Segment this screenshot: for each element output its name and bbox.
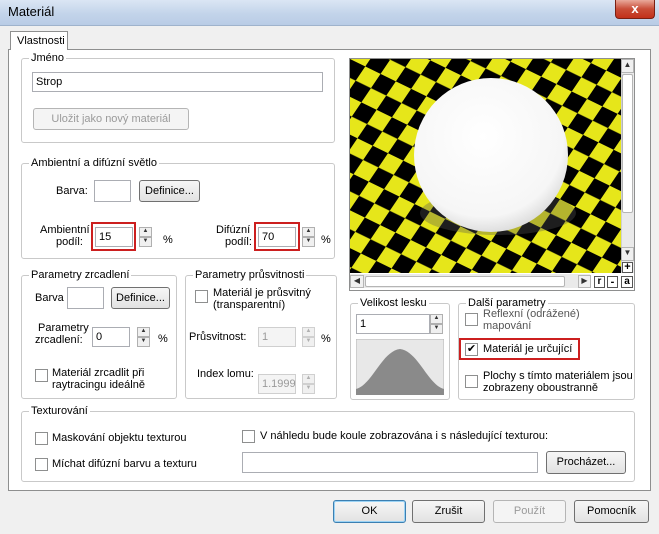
texture-path-input[interactable]	[242, 452, 538, 473]
mirror-params-label-2: zrcadlení:	[35, 334, 83, 346]
gloss-up-button[interactable]: ▲	[430, 314, 443, 324]
material-preview[interactable]	[350, 59, 621, 273]
gloss-curve-graph	[356, 339, 444, 395]
title-bar: Materiál	[0, 0, 659, 26]
preview-scroll-up-button[interactable]: ▲	[621, 59, 634, 73]
transparency-legend: Parametry průsvitnosti	[193, 269, 307, 281]
refraction-index-label: Index lomu:	[197, 368, 254, 380]
mirror-color-label: Barva	[35, 292, 64, 304]
raytrace-label-2: raytracingu ideálně	[52, 379, 145, 391]
close-button[interactable]: x	[615, 0, 655, 19]
preview-scroll-thumb[interactable]	[622, 74, 633, 213]
preview-texture-label: V náhledu bude koule zobrazována i s nás…	[260, 430, 549, 442]
defining-material-label: Materiál je určující	[483, 343, 573, 355]
tab-vlastnosti[interactable]: Vlastnosti	[10, 31, 68, 50]
preview-scroll-right-button[interactable]: ▶	[578, 275, 591, 288]
ambient-share-unit: %	[163, 234, 173, 246]
reflex-mapping-checkbox[interactable]	[465, 313, 478, 326]
preview-sphere	[414, 78, 568, 232]
refraction-index-down-button: ▼	[302, 384, 315, 394]
ok-button[interactable]: OK	[333, 500, 406, 523]
mask-texture-checkbox[interactable]	[35, 432, 48, 445]
mirror-params-up-button[interactable]: ▲	[137, 327, 150, 337]
transparency-label: Průsvitnost:	[189, 331, 247, 343]
ambient-color-label: Barva:	[56, 185, 88, 197]
mirror-color-swatch[interactable]	[67, 287, 104, 309]
diffuse-share-down-button[interactable]: ▼	[302, 237, 315, 247]
transparent-label-2: (transparentní)	[213, 299, 286, 311]
transparency-down-button: ▼	[302, 337, 315, 347]
mirror-define-button[interactable]: Definice...	[111, 287, 170, 309]
transparent-checkbox[interactable]	[195, 290, 208, 303]
ambient-diffuse-legend: Ambientní a difúzní světlo	[29, 157, 159, 169]
both-sides-label-2: zobrazeny oboustranně	[483, 382, 598, 394]
ambient-share-up-button[interactable]: ▲	[139, 227, 152, 237]
name-input[interactable]: Strop	[32, 72, 323, 92]
texturing-legend: Texturování	[29, 405, 90, 417]
ambient-share-input[interactable]: 15	[95, 227, 133, 247]
window-title: Materiál	[8, 4, 55, 19]
reflex-mapping-label-2: mapování	[483, 320, 532, 332]
transparency-up-button: ▲	[302, 327, 315, 337]
gloss-legend: Velikost lesku	[358, 297, 429, 309]
preview-texture-checkbox[interactable]	[242, 430, 255, 443]
mix-texture-label: Míchat difúzní barvu a texturu	[52, 458, 197, 470]
gloss-down-button[interactable]: ▼	[430, 324, 443, 334]
save-as-new-material-button: Uložit jako nový materiál	[33, 108, 189, 130]
diffuse-share-label-2: podíl:	[225, 236, 252, 248]
preview-scroll-down-button[interactable]: ▼	[621, 247, 634, 261]
diffuse-share-up-button[interactable]: ▲	[302, 227, 315, 237]
ambient-define-button[interactable]: Definice...	[139, 180, 200, 202]
transparency-unit: %	[321, 333, 331, 345]
ambient-color-swatch[interactable]	[94, 180, 131, 202]
gloss-input[interactable]: 1	[356, 314, 430, 334]
mask-texture-label: Maskování objektu texturou	[52, 432, 187, 444]
cancel-button[interactable]: Zrušit	[412, 500, 485, 523]
name-group-legend: Jméno	[29, 52, 67, 64]
transparency-input: 1	[258, 327, 296, 347]
preview-scroll-left-button[interactable]: ◀	[350, 275, 364, 288]
preview-a-button[interactable]: a	[621, 276, 633, 288]
mirror-params-unit: %	[158, 333, 168, 345]
mirror-params-input[interactable]: 0	[92, 327, 130, 347]
refraction-index-up-button: ▲	[302, 374, 315, 384]
mirror-legend: Parametry zrcadlení	[29, 269, 132, 281]
browse-button[interactable]: Procházet...	[546, 451, 626, 474]
defining-material-checkbox[interactable]: ✔	[465, 343, 478, 356]
ambient-share-label-2: podíl:	[56, 236, 83, 248]
preview-hscroll-thumb[interactable]	[365, 276, 565, 287]
diffuse-share-unit: %	[321, 234, 331, 246]
ambient-share-down-button[interactable]: ▼	[139, 237, 152, 247]
mirror-params-down-button[interactable]: ▼	[137, 337, 150, 347]
zoom-in-button[interactable]: +	[622, 262, 633, 273]
refraction-index-input: 1.1999	[258, 374, 296, 394]
mix-texture-checkbox[interactable]	[35, 458, 48, 471]
apply-button: Použít	[493, 500, 566, 523]
help-button[interactable]: Pomocník	[574, 500, 649, 523]
preview-r-button[interactable]: r	[594, 276, 605, 288]
diffuse-share-input[interactable]: 70	[258, 227, 296, 247]
raytrace-checkbox[interactable]	[35, 369, 48, 382]
preview-minus-button[interactable]: -	[607, 276, 618, 288]
name-group	[21, 58, 335, 143]
both-sides-checkbox[interactable]	[465, 375, 478, 388]
